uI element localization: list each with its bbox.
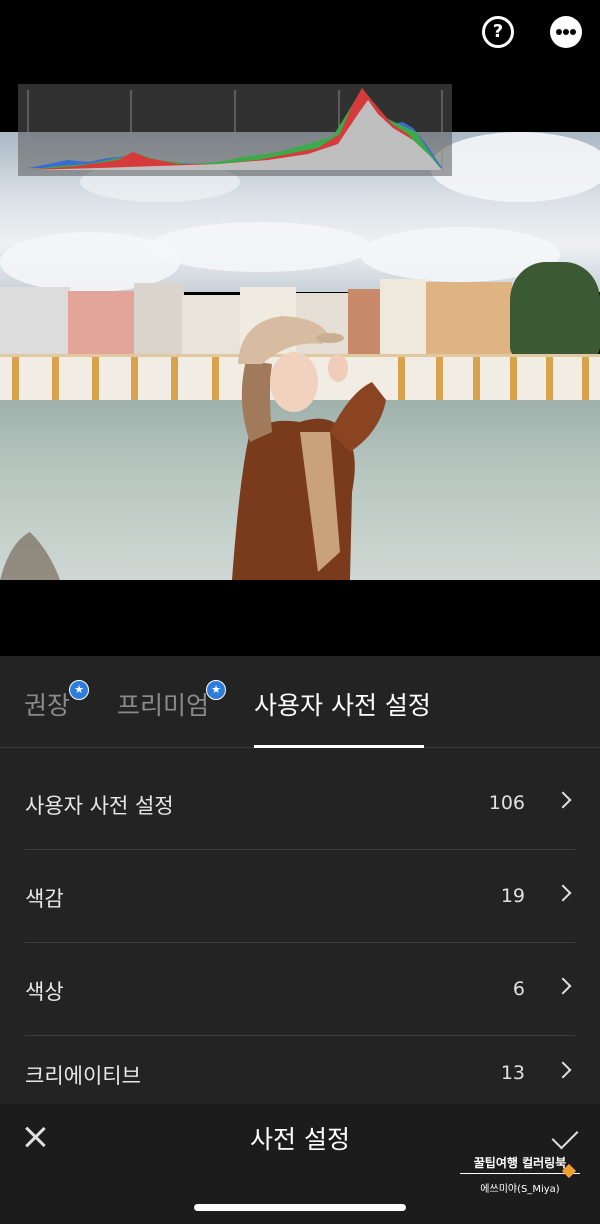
chevron-right-icon [554,791,572,809]
preset-group-label: 색감 [25,887,64,911]
photo-foliage [0,532,60,580]
photo-preview [0,132,600,580]
tab-active-indicator [254,745,424,748]
help-icon[interactable]: ? [482,16,514,48]
watermark: 꿀팁여행 컬러링북 에쓰미야(S_Miya) [460,1154,580,1195]
more-options-icon[interactable] [550,16,582,48]
tab-recommended[interactable]: 권장 [24,686,70,722]
tab-label: 권장 [24,691,71,720]
preset-group-label: 크리에이티브 [25,1064,141,1088]
chevron-right-icon [554,977,572,995]
preset-group-count: 13 [500,1062,525,1084]
preset-group-count: 106 [488,792,525,814]
tab-user-presets[interactable]: 사용자 사전 설정 [254,686,431,722]
star-badge-icon: ★ [206,680,226,700]
watermark-author: 에쓰미야(S_Miya) [480,1184,560,1195]
preset-group-count: 19 [500,885,525,907]
panel-title: 사전 설정 [250,1125,350,1154]
home-indicator[interactable] [194,1204,406,1211]
bottom-action-bar: 사전 설정 꿀팁여행 컬러링북 에쓰미야(S_Miya) [0,1104,600,1224]
preset-group-count: 6 [512,978,525,1000]
chevron-right-icon [554,1061,572,1079]
tab-premium[interactable]: 프리미엄 [117,686,209,722]
preset-group-row[interactable]: 색감 19 [25,851,575,943]
tab-label: 프리미엄 [117,691,210,720]
photo-person [232,316,386,580]
preset-group-label: 색상 [25,980,64,1004]
star-badge-icon: ★ [69,680,89,700]
histogram [18,84,452,176]
preset-group-label: 사용자 사전 설정 [25,794,174,818]
preset-group-row[interactable]: 사용자 사전 설정 106 [25,758,575,850]
preset-group-row[interactable]: 색상 6 [25,944,575,1036]
chevron-right-icon [554,884,572,902]
tab-label: 사용자 사전 설정 [254,691,431,720]
